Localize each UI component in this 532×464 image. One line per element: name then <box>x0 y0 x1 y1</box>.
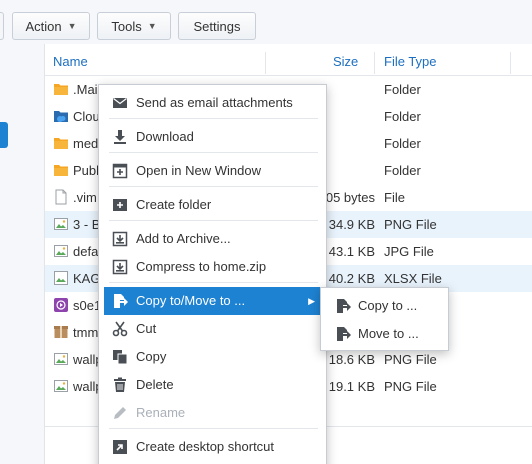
add-archive-menu-item[interactable]: Add to Archive... <box>99 225 326 253</box>
file-type: Folder <box>384 109 421 124</box>
compress-icon <box>112 259 128 275</box>
action-label: Action <box>25 18 62 34</box>
menu-item-label: Create desktop shortcut <box>136 439 275 454</box>
file-size: 43.1 KB <box>328 244 375 259</box>
copy-icon <box>112 349 128 365</box>
create-folder-icon <box>112 197 128 213</box>
tools-label: Tools <box>111 18 142 34</box>
menu-item-label: Cut <box>136 321 157 336</box>
column-divider[interactable] <box>510 52 511 74</box>
action-button[interactable]: Action ▼ <box>12 12 90 40</box>
image-icon <box>53 378 69 394</box>
file-icon <box>53 189 69 205</box>
archive-icon <box>53 324 69 340</box>
new-window-icon <box>112 163 128 179</box>
menu-divider <box>109 186 318 187</box>
menu-item-label: Download <box>136 129 194 144</box>
copy-to-icon <box>335 298 351 314</box>
copy-menu-item[interactable]: Copy <box>99 343 326 371</box>
compress-menu-item[interactable]: Compress to home.zip <box>99 253 326 281</box>
file-type: Folder <box>384 163 421 178</box>
rename-menu-item[interactable]: Rename <box>99 399 326 427</box>
archive-add-icon <box>112 231 128 247</box>
copy-move-submenu: Copy to ... Move to ... <box>320 287 449 351</box>
download-menu-item[interactable]: Download <box>99 123 326 151</box>
column-header-name[interactable]: Name <box>53 48 88 76</box>
cloud-folder-icon <box>53 108 69 124</box>
image-icon <box>53 216 69 232</box>
trash-icon <box>112 377 128 393</box>
copy-move-menu-item[interactable]: Copy to/Move to ... ▶ <box>104 287 323 315</box>
menu-item-label: Send as email attachments <box>136 95 293 110</box>
chevron-down-icon: ▼ <box>147 21 157 31</box>
menu-divider <box>109 428 318 429</box>
pencil-icon <box>112 405 128 421</box>
column-header-size[interactable]: Size <box>333 48 358 76</box>
file-type: File <box>384 190 405 205</box>
menu-divider <box>109 152 318 153</box>
file-size: 05 bytes <box>325 190 375 205</box>
menu-item-label: Create folder <box>136 197 212 212</box>
chevron-right-icon: ▶ <box>308 296 315 306</box>
image-icon <box>53 351 69 367</box>
chevron-down-icon: ▼ <box>67 21 77 31</box>
image-icon <box>53 243 69 259</box>
menu-item-label: Copy <box>136 349 167 364</box>
scissors-icon <box>112 321 128 337</box>
delete-menu-item[interactable]: Delete <box>99 371 326 399</box>
file-type: PNG File <box>384 379 437 394</box>
open-new-window-menu-item[interactable]: Open in New Window <box>99 157 326 185</box>
spreadsheet-icon <box>53 270 69 286</box>
copy-move-icon <box>112 293 128 309</box>
menu-divider <box>109 282 318 283</box>
context-menu: Send as email attachments Download Open in… <box>98 84 327 464</box>
menu-item-label: Move to ... <box>358 326 419 341</box>
create-shortcut-menu-item[interactable]: Create desktop shortcut <box>99 433 326 461</box>
folder-icon <box>53 135 69 151</box>
menu-item-label: Add to Archive... <box>136 231 231 246</box>
file-type: PNG File <box>384 217 437 232</box>
move-to-icon <box>335 326 351 342</box>
column-divider[interactable] <box>374 52 375 74</box>
send-email-menu-item[interactable]: Send as email attachments <box>99 89 326 117</box>
menu-divider <box>109 220 318 221</box>
download-icon <box>112 129 128 145</box>
menu-item-label: Copy to/Move to ... <box>136 293 246 308</box>
video-icon <box>53 297 69 313</box>
file-list-header: Name Size File Type <box>45 48 532 76</box>
file-type: Folder <box>384 136 421 151</box>
menu-item-label: Copy to ... <box>358 298 418 313</box>
column-header-type[interactable]: File Type <box>384 48 437 76</box>
settings-label: Settings <box>193 18 241 34</box>
envelope-icon <box>112 95 128 111</box>
shortcut-icon <box>112 439 128 455</box>
file-type: Folder <box>384 82 421 97</box>
settings-button[interactable]: Settings <box>178 12 256 40</box>
tools-button[interactable]: Tools ▼ <box>97 12 171 40</box>
menu-item-label: Delete <box>136 377 174 392</box>
toolbar: Action ▼ Tools ▼ Settings <box>0 0 532 44</box>
file-type: JPG File <box>384 244 434 259</box>
folder-tree-selected-item[interactable] <box>0 122 8 148</box>
folder-icon <box>53 81 69 97</box>
folder-icon <box>53 162 69 178</box>
folder-tree-panel <box>0 44 12 464</box>
menu-item-label: Compress to home.zip <box>136 259 267 274</box>
file-size: 34.9 KB <box>328 217 375 232</box>
back-button[interactable] <box>0 12 4 40</box>
create-folder-menu-item[interactable]: Create folder <box>99 191 326 219</box>
cut-menu-item[interactable]: Cut <box>99 315 326 343</box>
column-divider[interactable] <box>265 52 266 74</box>
file-size: 19.1 KB <box>328 379 375 394</box>
move-to-menu-item[interactable]: Move to ... <box>321 320 448 348</box>
menu-item-label: Open in New Window <box>136 163 261 178</box>
copy-to-menu-item[interactable]: Copy to ... <box>321 292 448 320</box>
menu-divider <box>109 118 318 119</box>
menu-item-label: Rename <box>136 405 186 420</box>
